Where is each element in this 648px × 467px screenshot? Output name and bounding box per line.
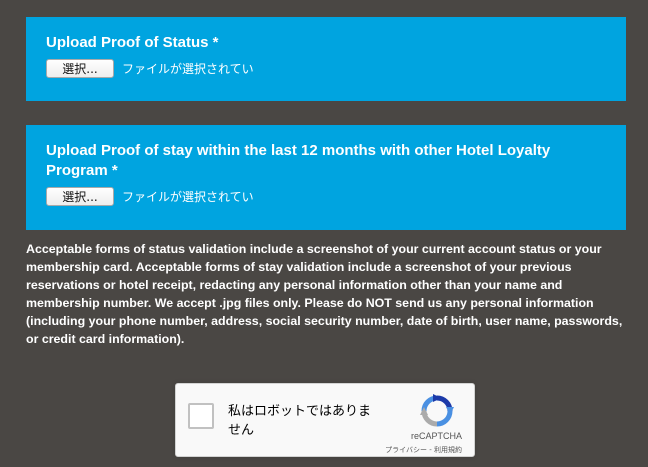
recaptcha-widget: 私はロボットではありません reCAPTCHA プライバシー - 利用規約 [175,383,475,457]
captcha-privacy-link[interactable]: プライバシー [385,446,427,454]
stay-upload-panel: Upload Proof of stay within the last 12 … [26,125,626,230]
status-choose-file-button[interactable]: 選択... [46,59,114,78]
status-upload-label: Upload Proof of Status * [46,34,219,51]
captcha-label: 私はロボットではありません [228,404,372,438]
status-file-status: ファイルが選択されてい [122,62,254,76]
captcha-terms-link[interactable]: 利用規約 [434,446,462,454]
stay-file-input[interactable]: 選択... ファイルが選択されてい [46,187,606,206]
status-upload-panel: Upload Proof of Status * 選択... ファイルが選択され… [26,17,626,101]
validation-notice: Acceptable forms of status validation in… [26,242,623,346]
stay-upload-label: Upload Proof of stay within the last 12 … [46,142,551,179]
recaptcha-logo-icon [420,394,454,427]
stay-file-status: ファイルが選択されてい [122,190,254,204]
captcha-brand: reCAPTCHA [410,431,462,441]
captcha-link-separator: - [427,446,434,454]
status-file-input[interactable]: 選択... ファイルが選択されてい [46,59,606,78]
captcha-checkbox[interactable] [188,403,214,429]
captcha-links: プライバシー - 利用規約 [385,445,462,455]
stay-choose-file-button[interactable]: 選択... [46,187,114,206]
